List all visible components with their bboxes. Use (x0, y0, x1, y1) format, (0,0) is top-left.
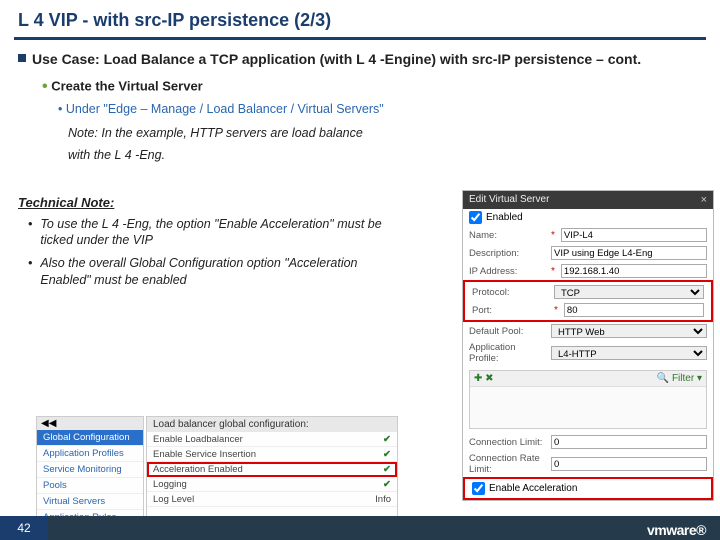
highlight-accel: Enable Acceleration (463, 477, 713, 500)
cfg-logging: Logging✔ (147, 477, 397, 492)
bullet-dot-icon: • (28, 216, 32, 250)
nav-back-icon[interactable]: ◀◀ (37, 417, 143, 430)
check-icon: ✔ (383, 479, 391, 490)
bullet-under-path: • Under "Edge – Manage / Load Balancer /… (58, 102, 702, 116)
highlight-proto-port: Protocol:TCP Port:* (463, 280, 713, 322)
global-config-screens: ◀◀ Global Configuration Application Prof… (36, 416, 398, 527)
close-icon[interactable]: × (701, 194, 707, 206)
page-number: 42 (0, 521, 48, 535)
note-italic: Note: In the example, HTTP servers are l… (68, 122, 702, 167)
global-config-panel: Load balancer global configuration: Enab… (146, 416, 398, 527)
edit-virtual-server-dialog: Edit Virtual Server × Enabled Name:* Des… (462, 190, 714, 501)
bullet-square-icon (18, 54, 26, 62)
remove-icon[interactable]: ✖ (485, 373, 493, 384)
tech-bullet-1: • To use the L 4 -Eng, the option "Enabl… (28, 216, 398, 250)
slide-title: L 4 VIP - with src-IP persistence (2/3) (0, 0, 720, 37)
bullet-create-vs-text: Create the Virtual Server (51, 78, 203, 93)
filter-label: Filter (672, 373, 694, 384)
vmware-logo: vmware® (647, 522, 706, 538)
check-icon: ✔ (383, 464, 391, 475)
row-enabled: Enabled (463, 209, 713, 226)
check-icon: ✔ (383, 449, 391, 460)
nav-service-mon[interactable]: Service Monitoring (37, 462, 143, 478)
enabled-checkbox[interactable] (469, 211, 482, 224)
tech-bullet-2: • Also the overall Global Configuration … (28, 255, 398, 289)
appprof-label: Application Profile: (469, 342, 547, 364)
rules-table: ✚ ✖ 🔍 Filter ▾ (469, 370, 707, 429)
use-case: Use Case: Load Balance a TCP application… (18, 50, 702, 70)
connrate-label: Connection Rate Limit: (469, 453, 547, 475)
bullet-dot-icon: • (28, 255, 32, 289)
pool-select[interactable]: HTTP Web (551, 324, 707, 338)
bullet-dot-icon: • (42, 78, 48, 95)
proto-label: Protocol: (472, 287, 550, 298)
connrate-field[interactable] (551, 457, 707, 471)
appprof-select[interactable]: L4-HTTP (551, 346, 707, 360)
bullet-create-vs: • Create the Virtual Server (42, 78, 702, 96)
accel-label: Enable Acceleration (489, 483, 577, 494)
accel-checkbox[interactable] (472, 482, 485, 495)
bullet-dot-blue-icon: • (58, 102, 62, 116)
connlimit-field[interactable] (551, 435, 707, 449)
cfg-service-ins: Enable Service Insertion✔ (147, 447, 397, 462)
cfg-accel-enabled: Acceleration Enabled✔ (147, 462, 397, 477)
tech-bullet-2-text: Also the overall Global Configuration op… (40, 255, 398, 289)
cfg-enable-lb: Enable Loadbalancer✔ (147, 432, 397, 447)
ip-label: IP Address: (469, 266, 547, 277)
tech-bullet-1-text: To use the L 4 -Eng, the option "Enable … (40, 216, 398, 250)
enabled-label: Enabled (486, 212, 523, 223)
connlimit-label: Connection Limit: (469, 437, 547, 448)
nav-sidebar: ◀◀ Global Configuration Application Prof… (36, 416, 144, 527)
desc-label: Description: (469, 248, 547, 259)
note-line-2: with the L 4 -Eng. (68, 144, 702, 167)
desc-field[interactable] (551, 246, 707, 260)
note-line-1: Note: In the example, HTTP servers are l… (68, 122, 702, 145)
footer: 42 vmware® (0, 516, 720, 540)
cfg-loglevel: Log LevelInfo (147, 492, 397, 507)
use-case-text: Use Case: Load Balance a TCP application… (32, 50, 641, 70)
dialog-titlebar: Edit Virtual Server × (463, 191, 713, 209)
bullet-under-path-text: Under "Edge – Manage / Load Balancer / V… (66, 102, 384, 116)
port-field[interactable] (564, 303, 704, 317)
ip-field[interactable] (561, 264, 707, 278)
nav-app-profiles[interactable]: Application Profiles (37, 446, 143, 462)
dialog-title: Edit Virtual Server (469, 194, 549, 206)
global-config-head: Load balancer global configuration: (147, 417, 397, 432)
nav-virtual-servers[interactable]: Virtual Servers (37, 494, 143, 510)
nav-global-config[interactable]: Global Configuration (37, 430, 143, 446)
name-field[interactable] (561, 228, 707, 242)
check-icon: ✔ (383, 434, 391, 445)
proto-select[interactable]: TCP (554, 285, 704, 299)
pool-label: Default Pool: (469, 326, 547, 337)
add-icon[interactable]: ✚ (474, 373, 482, 384)
title-rule (14, 37, 706, 40)
port-label: Port: (472, 305, 550, 316)
nav-pools[interactable]: Pools (37, 478, 143, 494)
name-label: Name: (469, 230, 547, 241)
